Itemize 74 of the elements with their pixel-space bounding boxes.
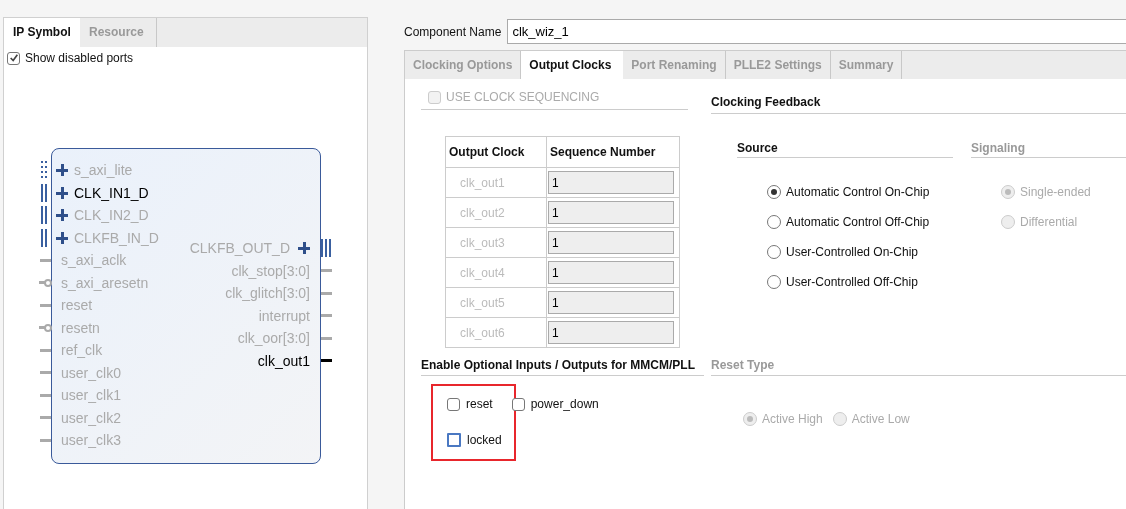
radio-label: Automatic Control Off-Chip (786, 215, 930, 229)
table-cell: clk_out5 (445, 287, 547, 318)
table-cell: clk_out6 (445, 317, 547, 348)
panel-tab[interactable]: IP Symbol (4, 18, 80, 47)
radio-button[interactable] (767, 215, 781, 229)
port-label: user_clk1 (61, 387, 121, 404)
plus-icon[interactable] (56, 209, 68, 222)
bus-pin-icon (41, 183, 47, 202)
radio-label: User-Controlled Off-Chip (786, 275, 918, 289)
port-label: clk_glitch[3:0] (225, 285, 310, 302)
port-label: s_axi_aresetn (61, 274, 149, 291)
port-label: interrupt (258, 307, 310, 324)
port-label: CLK_IN1_D (74, 184, 149, 201)
checkbox-label: USE CLOCK SEQUENCING (446, 90, 600, 104)
checkbox[interactable] (447, 397, 460, 411)
plus-icon[interactable] (56, 186, 68, 199)
port-label: reset (61, 297, 93, 314)
section-title: Clocking Feedback (711, 79, 1126, 114)
column-header: Sequence Number (546, 136, 680, 168)
port-label: CLKFB_IN_D (74, 229, 159, 246)
checkbox[interactable] (511, 397, 525, 411)
bus-pin-icon (41, 228, 47, 247)
radio-label: Automatic Control On-Chip (786, 185, 930, 199)
radio-button[interactable] (767, 185, 781, 199)
tab[interactable]: Output Clocks (521, 51, 624, 79)
radio-label: Single-ended (1020, 185, 1091, 199)
plus-icon[interactable] (56, 164, 68, 177)
bus-pin-icon (41, 161, 47, 179)
table-cell: clk_out3 (445, 227, 547, 258)
inverted-pin-icon (39, 278, 52, 287)
checkbox[interactable] (7, 51, 20, 65)
group-title: Source (737, 141, 953, 158)
table-cell: clk_out4 (445, 257, 547, 288)
component-name-field[interactable]: clk_wiz_1 (507, 19, 1126, 44)
checkbox-label: Show disabled ports (25, 51, 134, 65)
port-label: CLKFB_OUT_D (189, 240, 290, 257)
inverted-pin-icon (39, 323, 52, 332)
port-label: s_axi_aclk (61, 252, 127, 269)
sequence-field[interactable]: 1 (548, 201, 674, 224)
column-header: Output Clock (445, 136, 547, 168)
table-cell: clk_out1 (445, 167, 547, 198)
radio-button[interactable] (767, 275, 781, 289)
port-label: CLK_IN2_D (74, 207, 149, 224)
table-cell: clk_out2 (445, 197, 547, 228)
checkbox-label: power_down (530, 397, 599, 411)
plus-icon[interactable] (298, 242, 310, 255)
port-label: clk_stop[3:0] (231, 262, 310, 279)
port-label: clk_out1 (257, 352, 310, 369)
sequence-field[interactable]: 1 (548, 171, 674, 194)
port-label: user_clk3 (61, 432, 121, 449)
checkbox-label: locked (467, 433, 502, 447)
section-title: Reset Type (711, 348, 1126, 376)
port-label: user_clk0 (61, 364, 121, 381)
radio-label: Differential (1020, 215, 1078, 229)
section-title: Enable Optional Inputs / Outputs for MMCM/PLL (421, 348, 704, 376)
port-label: user_clk2 (61, 409, 121, 426)
sequence-field[interactable]: 1 (548, 261, 674, 284)
group-title: Signaling (971, 141, 1126, 158)
plus-icon[interactable] (56, 231, 68, 244)
port-label: ref_clk (61, 342, 103, 359)
radio-label: Active High (762, 412, 823, 426)
radio-label: User-Controlled On-Chip (786, 245, 919, 259)
radio-label: Active Low (851, 412, 910, 426)
radio-button[interactable] (767, 245, 781, 259)
sequence-field[interactable]: 1 (548, 321, 674, 344)
port-label: clk_oor[3:0] (237, 330, 310, 347)
checkbox[interactable] (447, 433, 461, 447)
field-label: Component Name (404, 24, 502, 39)
sequence-field[interactable]: 1 (548, 231, 674, 254)
port-label: resetn (61, 319, 100, 336)
port-label: s_axi_lite (74, 162, 133, 179)
sequence-field[interactable]: 1 (548, 291, 674, 314)
bus-pin-icon (41, 206, 47, 224)
checkbox-label: reset (466, 397, 493, 411)
